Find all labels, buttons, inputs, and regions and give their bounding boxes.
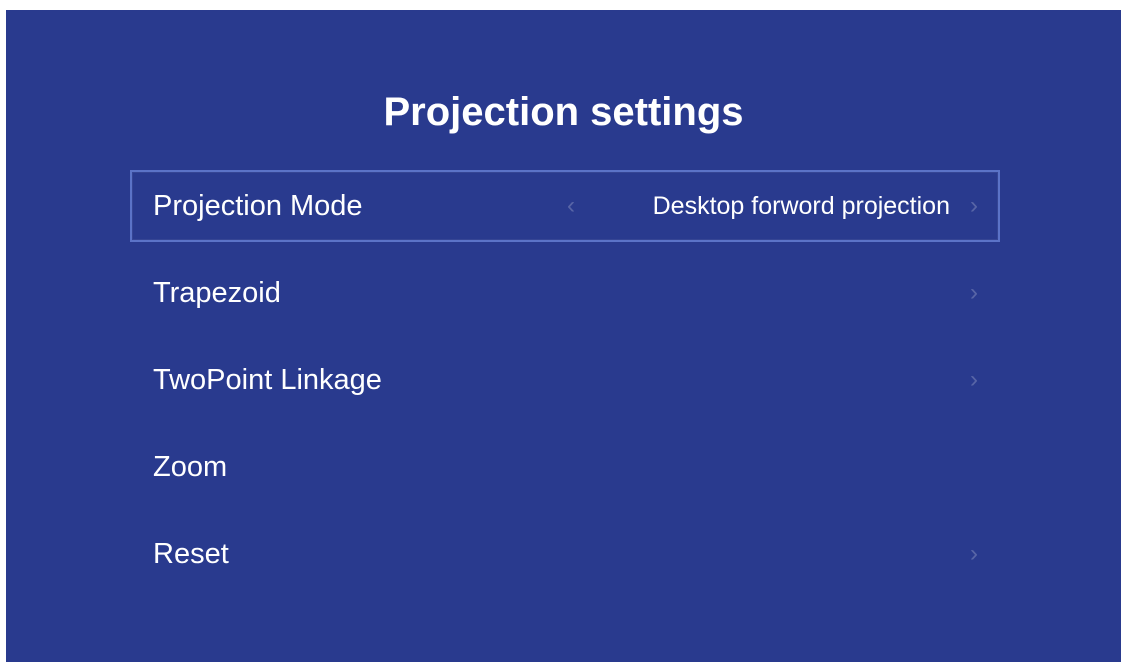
projection-mode-value: Desktop forword projection [652, 192, 950, 220]
menu-item-reset[interactable]: Reset › [130, 518, 1000, 590]
chevron-left-icon[interactable]: ‹ [567, 172, 575, 240]
menu-item-trapezoid[interactable]: Trapezoid › [130, 257, 1000, 329]
projection-settings-screen: Projection settings Projection Mode ‹ De… [6, 10, 1121, 662]
chevron-right-icon[interactable]: › [970, 172, 978, 240]
chevron-right-icon: › [970, 279, 978, 306]
menu-item-projection-mode[interactable]: Projection Mode ‹ Desktop forword projec… [130, 170, 1000, 242]
menu-item-twopoint-linkage[interactable]: TwoPoint Linkage › [130, 344, 1000, 416]
menu-item-zoom[interactable]: Zoom [130, 431, 1000, 503]
menu-item-label: Trapezoid [153, 277, 281, 309]
menu-item-label: TwoPoint Linkage [153, 364, 382, 396]
chevron-right-icon: › [970, 540, 978, 567]
chevron-right-icon: › [970, 366, 978, 393]
settings-menu: Projection Mode ‹ Desktop forword projec… [130, 170, 1000, 605]
page-title: Projection settings [383, 90, 744, 134]
menu-item-label: Zoom [153, 451, 228, 483]
menu-item-label: Reset [153, 538, 229, 570]
menu-item-label: Projection Mode [153, 190, 363, 222]
